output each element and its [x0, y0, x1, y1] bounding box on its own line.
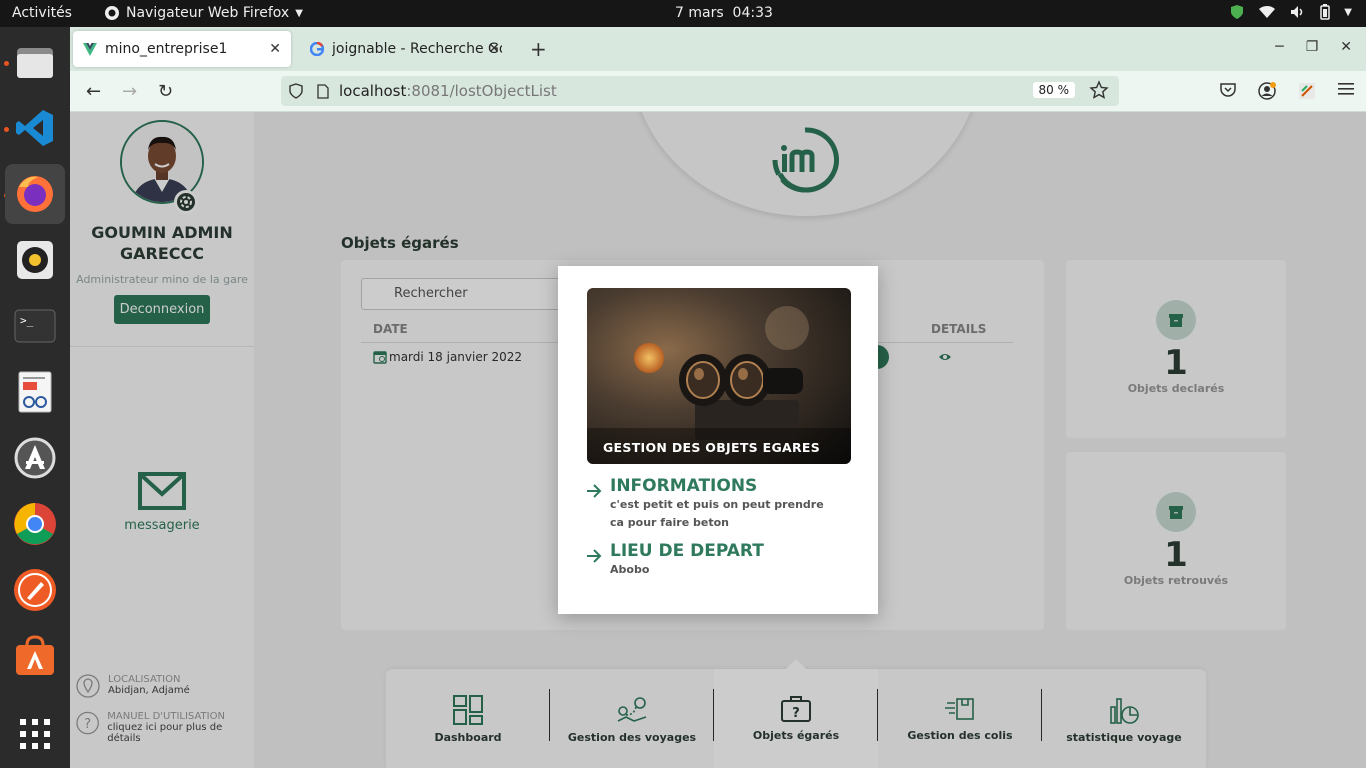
chevron-down-icon: ▼ — [1344, 6, 1352, 18]
software-updater-icon[interactable] — [5, 428, 65, 488]
battery-icon — [1320, 4, 1331, 20]
lost-object-detail-modal: GESTION DES OBJETS EGARES INFORMATIONS c… — [558, 266, 878, 614]
app-center-icon[interactable] — [5, 626, 65, 686]
volume-icon — [1291, 6, 1303, 18]
photo-caption: GESTION DES OBJETS EGARES — [603, 440, 821, 455]
vue-icon — [83, 42, 97, 56]
reload-icon[interactable]: ↻ — [158, 81, 173, 102]
arrow-right-icon — [587, 549, 602, 563]
chrome-icon[interactable] — [5, 494, 65, 554]
new-tab-button[interactable]: + — [530, 37, 547, 61]
account-icon[interactable] — [1258, 82, 1276, 100]
tab-title: joignable - Recherche Go — [332, 41, 502, 57]
extension-icon[interactable] — [1298, 82, 1316, 100]
wifi-icon — [1259, 5, 1276, 18]
minimize-icon[interactable]: ─ — [1275, 39, 1283, 55]
chevron-down-icon: ▼ — [295, 7, 303, 19]
arrow-right-icon — [587, 484, 602, 498]
window-controls: ─ ❐ ✕ — [1275, 39, 1352, 55]
tab-google-search[interactable]: joignable - Recherche Go ✕ — [300, 31, 510, 67]
close-window-icon[interactable]: ✕ — [1340, 39, 1352, 55]
departure-section: LIEU DE DEPART Abobo — [586, 541, 836, 579]
firefox-icon[interactable] — [5, 164, 65, 224]
bookmark-star-icon[interactable] — [1089, 80, 1109, 100]
activities-button[interactable]: Activités — [12, 5, 72, 21]
terminal-icon[interactable]: >_ — [5, 296, 65, 356]
browser-nav-bar: ← → ↻ localhost:8081/lostObjectList 80 % — [70, 71, 1366, 112]
clock-time: 04:33 — [732, 5, 773, 21]
browser-tab-bar: mino_entreprise1 ✕ joignable - Recherche… — [70, 27, 1366, 71]
page-icon — [317, 83, 329, 99]
close-tab-icon[interactable]: ✕ — [269, 41, 281, 57]
google-icon — [310, 42, 324, 56]
forward-icon[interactable]: → — [122, 81, 137, 102]
app-menu[interactable]: Navigateur Web Firefox ▼ — [104, 5, 303, 21]
shield-icon[interactable] — [289, 83, 303, 99]
tab-mino-entreprise[interactable]: mino_entreprise1 ✕ — [73, 31, 291, 67]
app-menu-label: Navigateur Web Firefox — [126, 5, 290, 21]
postman-icon[interactable] — [5, 560, 65, 620]
document-viewer-icon[interactable] — [5, 362, 65, 422]
clock[interactable]: 7 mars 04:33 — [675, 5, 773, 21]
firefox-small-icon — [105, 6, 119, 20]
info-title: INFORMATIONS — [610, 476, 758, 496]
toolbar-icons — [1220, 82, 1354, 100]
url-bar[interactable]: localhost:8081/lostObjectList 80 % — [281, 76, 1119, 106]
system-top-bar: Activités Navigateur Web Firefox ▼ 7 mar… — [0, 0, 1366, 27]
maximize-icon[interactable]: ❐ — [1306, 39, 1319, 55]
show-apps-icon[interactable] — [5, 704, 65, 764]
pocket-icon[interactable] — [1220, 82, 1236, 98]
departure-text: Abobo — [610, 563, 650, 576]
departure-title: LIEU DE DEPART — [610, 541, 764, 561]
tab-title: mino_entreprise1 — [105, 41, 228, 57]
back-icon[interactable]: ← — [86, 81, 101, 102]
url-path: :8081/lostObjectList — [406, 82, 557, 100]
vscode-icon[interactable] — [5, 98, 65, 158]
info-section: INFORMATIONS c'est petit et puis on peut… — [586, 476, 836, 532]
zoom-indicator[interactable]: 80 % — [1032, 82, 1075, 98]
dock: >_ — [0, 27, 70, 768]
url-host: localhost — [339, 82, 407, 100]
close-tab-icon[interactable]: ✕ — [488, 41, 500, 57]
rhythmbox-icon[interactable] — [5, 230, 65, 290]
files-icon[interactable] — [5, 32, 65, 92]
system-tray[interactable]: ▼ — [1230, 4, 1352, 20]
shield-icon — [1231, 5, 1244, 19]
info-text: c'est petit et puis on peut prendre ca p… — [610, 498, 824, 529]
menu-icon[interactable] — [1338, 82, 1354, 96]
object-photo: GESTION DES OBJETS EGARES — [587, 288, 851, 464]
clock-date: 7 mars — [675, 5, 724, 21]
svg-text:>_: >_ — [20, 314, 34, 327]
